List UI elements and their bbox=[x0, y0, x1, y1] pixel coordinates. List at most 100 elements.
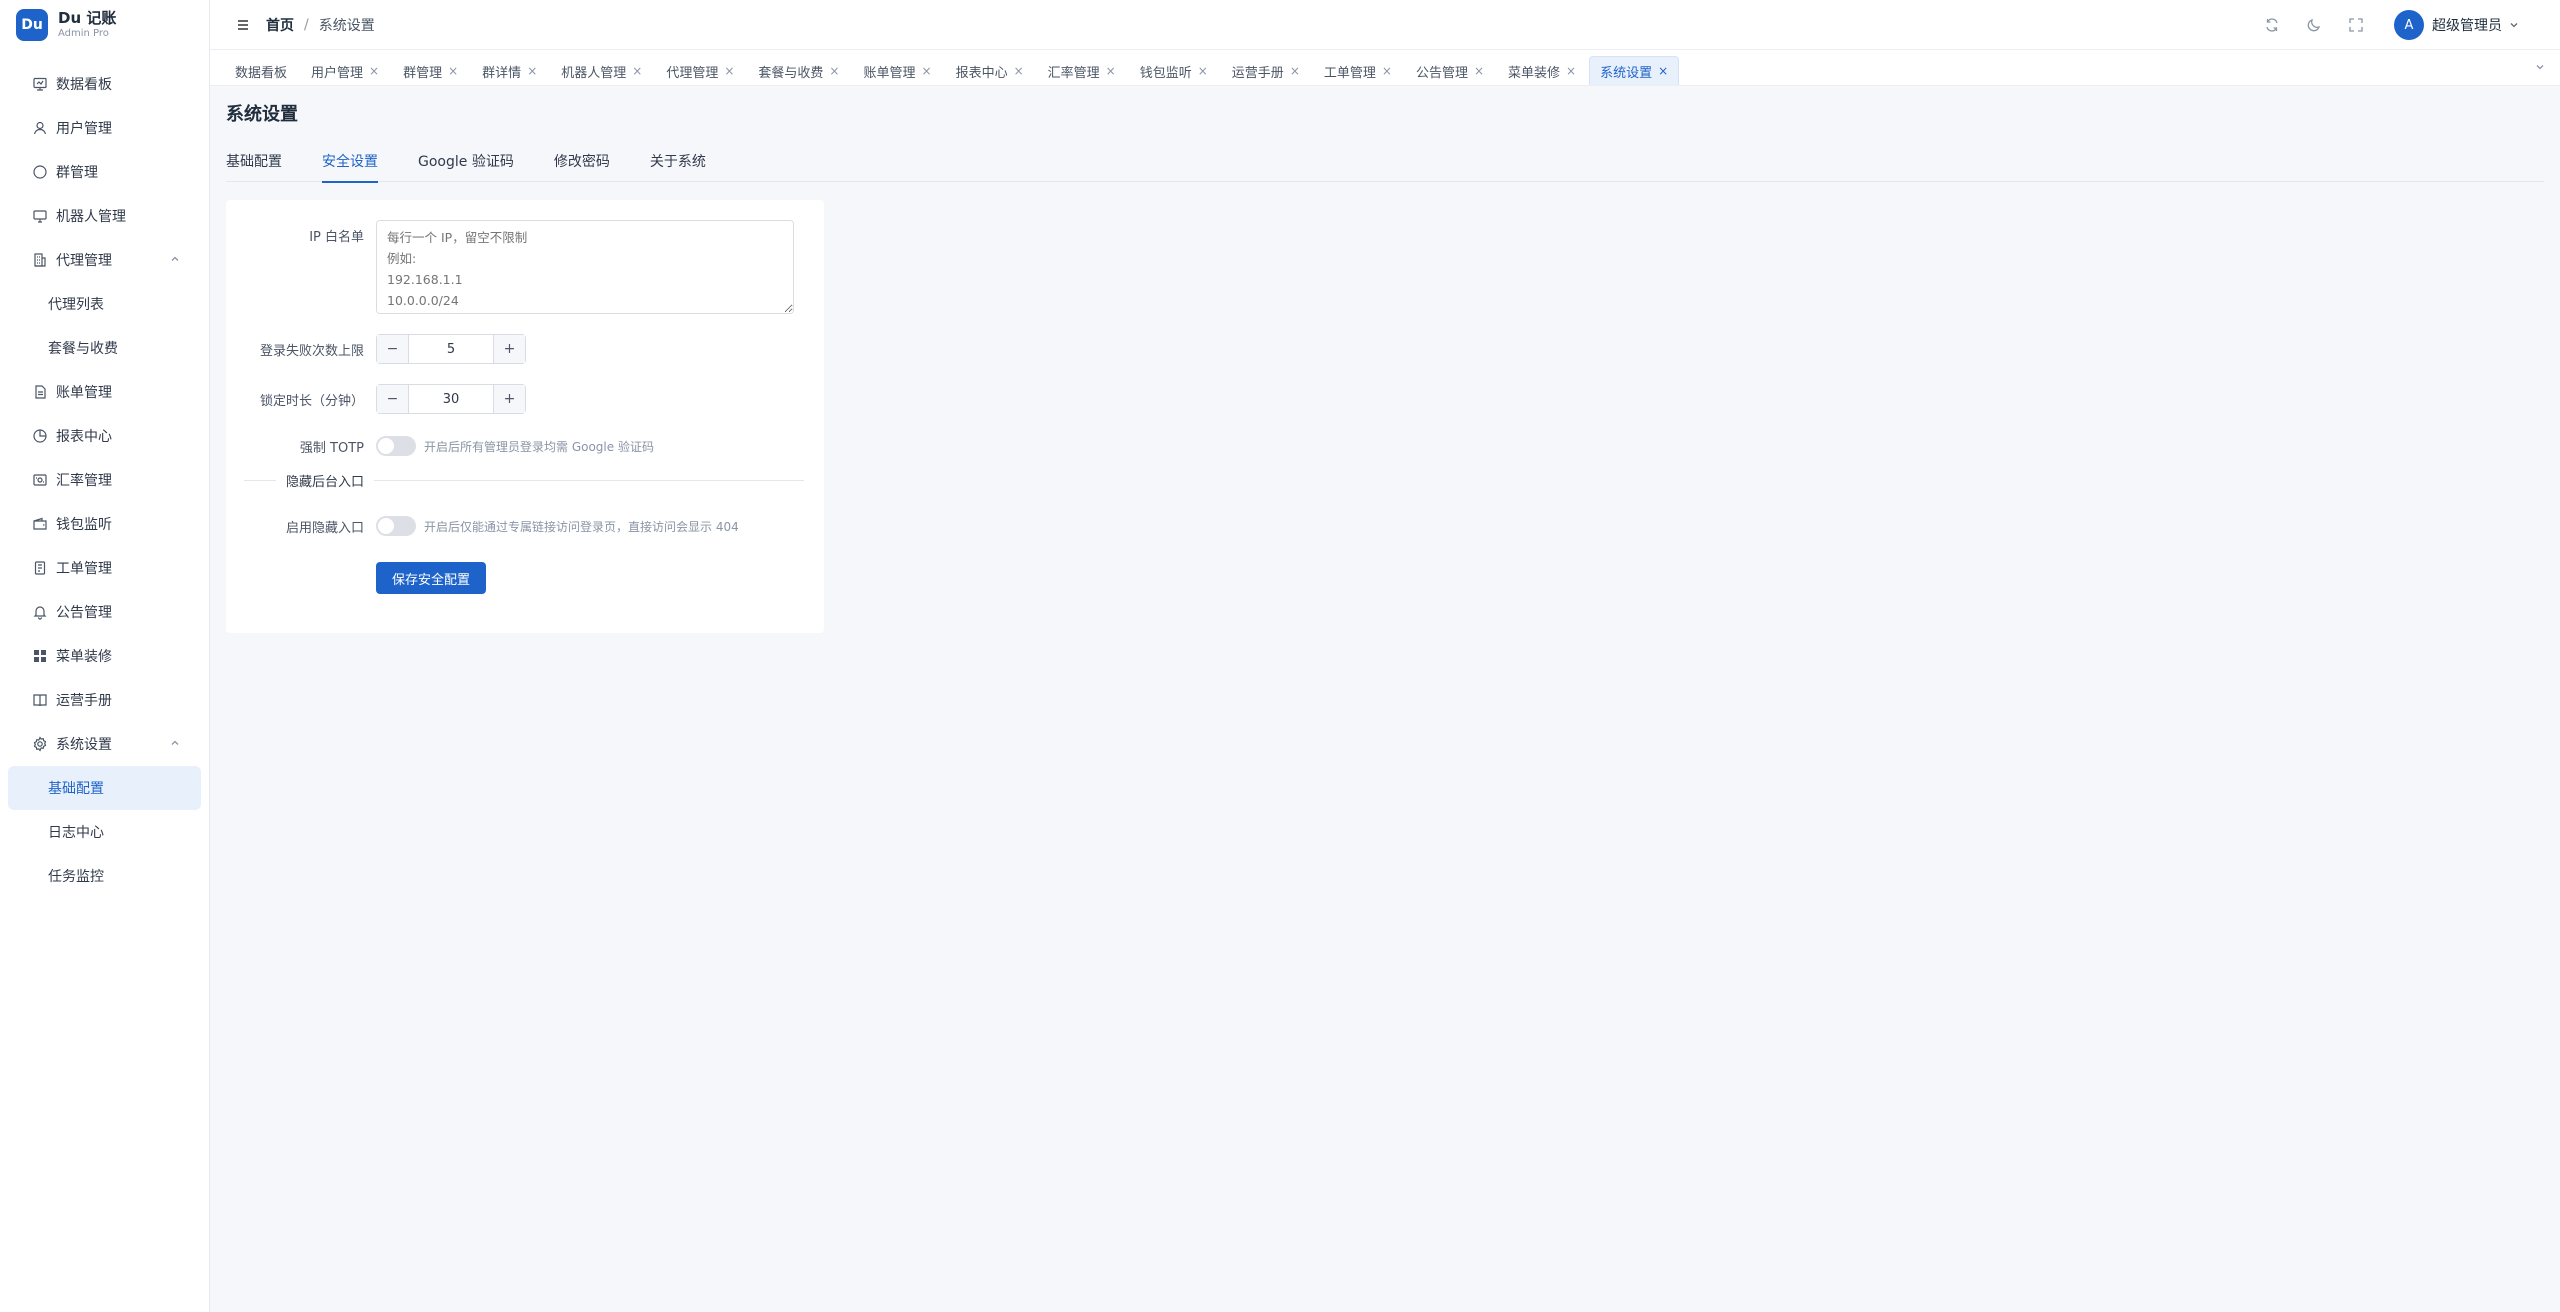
monitor-icon bbox=[32, 208, 48, 224]
ip-whitelist-input[interactable] bbox=[376, 220, 794, 314]
fullscreen-icon[interactable] bbox=[2348, 17, 2364, 33]
sidebar-item[interactable]: 账单管理 bbox=[0, 370, 209, 414]
page-tab[interactable]: 代理管理 × bbox=[655, 56, 745, 85]
document-icon bbox=[32, 384, 48, 400]
breadcrumb-home[interactable]: 首页 bbox=[266, 15, 294, 35]
lock-duration-row: 锁定时长（分钟） − 30 + bbox=[226, 384, 526, 414]
security-settings-card: IP 白名单 登录失败次数上限 − 5 + 锁定时长（分钟） − 30 + 强制… bbox=[226, 200, 824, 633]
close-icon[interactable]: × bbox=[632, 64, 642, 78]
bell-icon bbox=[32, 604, 48, 620]
close-icon[interactable]: × bbox=[369, 64, 379, 78]
menu-toggle-icon[interactable] bbox=[236, 18, 250, 32]
sidebar-item[interactable]: 报表中心 bbox=[0, 414, 209, 458]
force-totp-label: 强制 TOTP bbox=[299, 440, 364, 456]
settings-subtab[interactable]: Google 验证码 bbox=[418, 150, 514, 182]
close-icon[interactable]: × bbox=[1474, 64, 1484, 78]
settings-subtab[interactable]: 基础配置 bbox=[226, 150, 282, 182]
sidebar-item[interactable]: 汇率管理 bbox=[0, 458, 209, 502]
sidebar-item[interactable]: 公告管理 bbox=[0, 590, 209, 634]
decrement-button[interactable]: − bbox=[377, 385, 409, 413]
page-tab-label: 报表中心 bbox=[955, 65, 1008, 81]
login-fail-limit-row: 登录失败次数上限 − 5 + bbox=[226, 334, 526, 364]
refresh-icon[interactable] bbox=[2264, 17, 2280, 33]
decrement-button[interactable]: − bbox=[377, 335, 409, 363]
force-totp-hint: 开启后所有管理员登录均需 Google 验证码 bbox=[424, 439, 654, 454]
sidebar-subitem[interactable]: 任务监控 bbox=[0, 854, 209, 898]
close-icon[interactable]: × bbox=[1658, 64, 1668, 78]
building-icon bbox=[32, 252, 48, 268]
login-fail-limit-value[interactable]: 5 bbox=[409, 335, 493, 363]
close-icon[interactable]: × bbox=[1106, 64, 1116, 78]
username[interactable]: 超级管理员 bbox=[2432, 15, 2502, 35]
settings-subtab[interactable]: 关于系统 bbox=[650, 150, 706, 182]
page-tab[interactable]: 用户管理 × bbox=[300, 56, 390, 85]
sidebar-subitem[interactable]: 基础配置 bbox=[8, 766, 201, 810]
avatar[interactable]: A bbox=[2394, 10, 2424, 40]
page-tab-label: 系统设置 bbox=[1600, 65, 1653, 81]
lock-duration-value[interactable]: 30 bbox=[409, 385, 493, 413]
exchange-icon bbox=[32, 472, 48, 488]
page-tab[interactable]: 菜单装修 × bbox=[1497, 56, 1587, 85]
chevron-down-icon[interactable] bbox=[2508, 19, 2520, 31]
close-icon[interactable]: × bbox=[1382, 64, 1392, 78]
close-icon[interactable]: × bbox=[829, 64, 839, 78]
page-tab[interactable]: 公告管理 × bbox=[1405, 56, 1495, 85]
increment-button[interactable]: + bbox=[493, 335, 525, 363]
sidebar-subitem[interactable]: 套餐与收费 bbox=[0, 326, 209, 370]
close-icon[interactable]: × bbox=[527, 64, 537, 78]
main-content: 系统设置 基础配置 安全设置 Google 验证码 修改密码 关于系统 IP 白名单 登… bbox=[226, 100, 2544, 633]
force-totp-switch[interactable] bbox=[376, 436, 416, 456]
dark-mode-icon[interactable] bbox=[2306, 17, 2322, 33]
page-tab[interactable]: 群管理 × bbox=[392, 56, 469, 85]
brand[interactable]: Du Du 记账 Admin Pro bbox=[0, 0, 209, 50]
brand-name: Du 记账 bbox=[58, 9, 117, 27]
sidebar-item[interactable]: 运营手册 bbox=[0, 678, 209, 722]
page-tabs-bar: 数据看板 用户管理 × 群管理 × 群详情 × 机器人管理 × 代理管理 × 套餐与收费 × 账单管理 × 报… bbox=[210, 50, 2560, 86]
sidebar-item[interactable]: 代理管理 bbox=[0, 238, 209, 282]
page-tab[interactable]: 群详情 × bbox=[471, 56, 548, 85]
page-tab-label: 群管理 bbox=[403, 65, 443, 81]
sidebar-item[interactable]: 工单管理 bbox=[0, 546, 209, 590]
close-icon[interactable]: × bbox=[448, 64, 458, 78]
page-tab[interactable]: 套餐与收费 × bbox=[747, 56, 850, 85]
settings-subtab[interactable]: 安全设置 bbox=[322, 150, 378, 183]
page-tab[interactable]: 数据看板 bbox=[224, 56, 298, 85]
sidebar-item-label: 数据看板 bbox=[56, 77, 112, 93]
close-icon[interactable]: × bbox=[1014, 64, 1024, 78]
settings-subtab[interactable]: 修改密码 bbox=[554, 150, 610, 182]
page-tab[interactable]: 报表中心 × bbox=[945, 56, 1035, 85]
sidebar-item[interactable]: 群管理 bbox=[0, 150, 209, 194]
page-tab[interactable]: 系统设置 × bbox=[1589, 56, 1680, 85]
page-tab[interactable]: 钱包监听 × bbox=[1129, 56, 1219, 85]
page-tab[interactable]: 账单管理 × bbox=[852, 56, 942, 85]
page-tab[interactable]: 汇率管理 × bbox=[1037, 56, 1127, 85]
sidebar-item[interactable]: 系统设置 bbox=[0, 722, 209, 766]
close-icon[interactable]: × bbox=[724, 64, 734, 78]
close-icon[interactable]: × bbox=[1290, 64, 1300, 78]
breadcrumb: 首页 / 系统设置 bbox=[266, 15, 375, 35]
close-icon[interactable]: × bbox=[1566, 64, 1576, 78]
page-tab[interactable]: 运营手册 × bbox=[1221, 56, 1311, 85]
sidebar-item[interactable]: 钱包监听 bbox=[0, 502, 209, 546]
sidebar-subitem-label: 代理列表 bbox=[48, 297, 104, 313]
page-tab[interactable]: 工单管理 × bbox=[1313, 56, 1403, 85]
sidebar-item[interactable]: 数据看板 bbox=[0, 62, 209, 106]
page-tab-label: 公告管理 bbox=[1415, 65, 1468, 81]
sidebar-item[interactable]: 机器人管理 bbox=[0, 194, 209, 238]
page-title: 系统设置 bbox=[226, 104, 298, 125]
sidebar-subitem[interactable]: 日志中心 bbox=[0, 810, 209, 854]
page-tab-label: 用户管理 bbox=[311, 65, 364, 81]
close-icon[interactable]: × bbox=[922, 64, 932, 78]
sidebar-item[interactable]: 菜单装修 bbox=[0, 634, 209, 678]
save-security-button[interactable]: 保存安全配置 bbox=[376, 562, 487, 594]
sidebar-item-label: 钱包监听 bbox=[56, 517, 112, 533]
sidebar-item-label: 代理管理 bbox=[56, 253, 112, 269]
sidebar-item[interactable]: 用户管理 bbox=[0, 106, 209, 150]
sidebar-subitem[interactable]: 代理列表 bbox=[0, 282, 209, 326]
close-icon[interactable]: × bbox=[1198, 64, 1208, 78]
page-tab[interactable]: 机器人管理 × bbox=[550, 56, 653, 85]
increment-button[interactable]: + bbox=[493, 385, 525, 413]
page-tab-label: 账单管理 bbox=[863, 65, 916, 81]
hidden-entry-switch[interactable] bbox=[376, 516, 416, 536]
tabs-more-chevron-icon[interactable] bbox=[2534, 61, 2546, 73]
